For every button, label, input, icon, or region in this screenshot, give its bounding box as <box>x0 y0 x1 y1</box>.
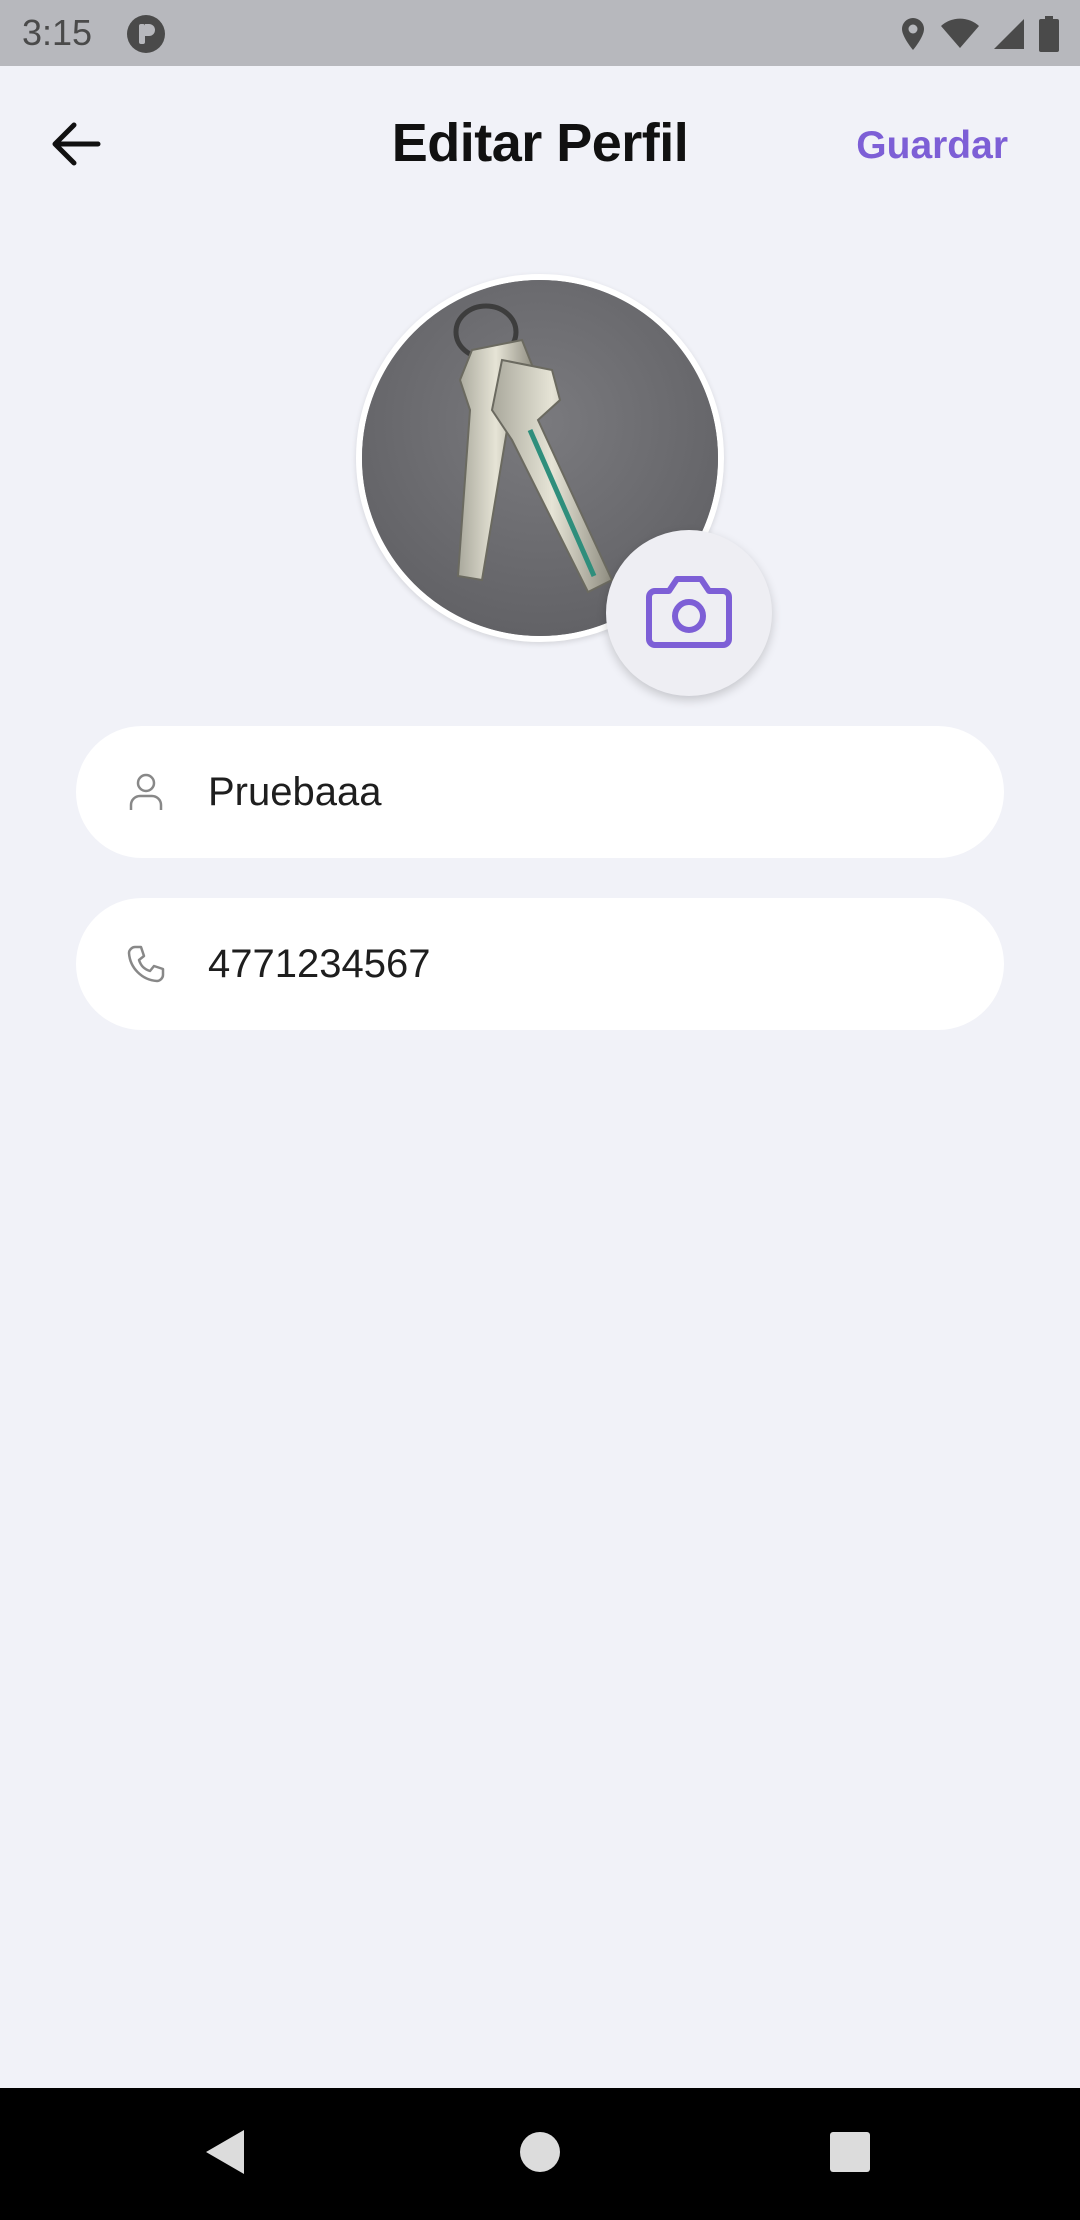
battery-icon <box>1038 16 1060 52</box>
nav-home-icon <box>518 2130 562 2179</box>
nav-back-button[interactable] <box>166 2088 286 2220</box>
nav-recents-button[interactable] <box>790 2088 910 2220</box>
app-notification-icon <box>126 14 166 54</box>
wifi-icon <box>940 18 980 50</box>
name-field[interactable]: Pruebaaa <box>76 726 1004 858</box>
avatar-container <box>356 274 772 696</box>
phone-input[interactable]: 4771234567 <box>208 942 430 987</box>
name-input[interactable]: Pruebaaa <box>208 770 381 815</box>
save-button[interactable]: Guardar <box>856 124 1008 168</box>
header: Editar Perfil Guardar <box>0 66 1080 226</box>
user-icon <box>116 762 176 822</box>
status-time: 3:15 <box>22 12 93 53</box>
nav-back-icon <box>204 2128 248 2181</box>
system-nav-bar <box>0 2088 1080 2220</box>
nav-home-button[interactable] <box>480 2088 600 2220</box>
phone-icon <box>116 934 176 994</box>
status-bar: 3:15 <box>0 0 1080 66</box>
change-photo-button[interactable] <box>606 530 772 696</box>
location-icon <box>898 16 928 52</box>
signal-icon <box>992 17 1026 51</box>
edit-profile-screen: 3:15 Editar Perfil Guardar Pruebaaa 4771… <box>0 0 1080 2220</box>
status-icons <box>898 14 1060 54</box>
phone-field[interactable]: 4771234567 <box>76 898 1004 1030</box>
camera-icon <box>645 573 733 654</box>
nav-recents-icon <box>828 2130 872 2179</box>
